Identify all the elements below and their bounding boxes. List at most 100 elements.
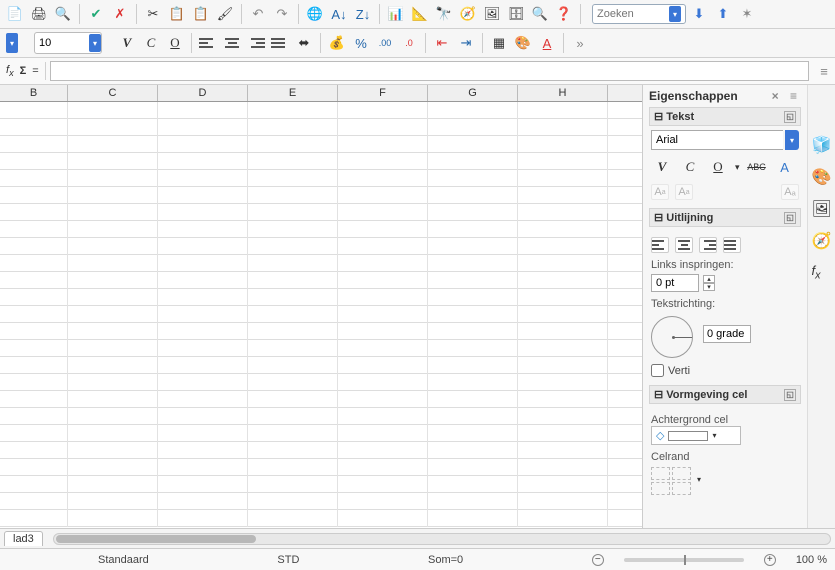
cell[interactable] xyxy=(338,306,428,323)
cell[interactable] xyxy=(248,323,338,340)
cell[interactable] xyxy=(248,476,338,493)
cell[interactable] xyxy=(0,442,68,459)
cell[interactable] xyxy=(518,493,608,510)
col-header[interactable]: F xyxy=(338,85,428,101)
fontsize-box[interactable]: ▾ xyxy=(34,32,102,54)
cell[interactable] xyxy=(0,408,68,425)
align-justify-icon[interactable] xyxy=(723,237,741,253)
decrease-indent-icon[interactable]: ⇤ xyxy=(431,32,453,54)
panel-align-header[interactable]: ⊟ Uitlijning ◱ xyxy=(649,208,801,227)
cell[interactable] xyxy=(158,153,248,170)
cell[interactable] xyxy=(338,357,428,374)
cell[interactable] xyxy=(518,136,608,153)
cell[interactable] xyxy=(428,374,518,391)
align-left-icon[interactable] xyxy=(197,32,219,54)
cell[interactable] xyxy=(428,102,518,119)
remove-decimal-icon[interactable]: .0 xyxy=(398,32,420,54)
cell[interactable] xyxy=(68,425,158,442)
cell[interactable] xyxy=(158,374,248,391)
cell[interactable] xyxy=(248,102,338,119)
cell[interactable] xyxy=(338,272,428,289)
cell[interactable] xyxy=(68,170,158,187)
cell[interactable] xyxy=(68,408,158,425)
cell[interactable] xyxy=(428,476,518,493)
find-icon[interactable]: 🔭 xyxy=(433,3,455,25)
cell[interactable] xyxy=(0,425,68,442)
currency-icon[interactable]: 💰 xyxy=(326,32,348,54)
undo-icon[interactable]: ↶ xyxy=(247,3,269,25)
cell[interactable] xyxy=(428,136,518,153)
formula-input[interactable] xyxy=(50,61,809,81)
cell[interactable] xyxy=(518,119,608,136)
grid-rows[interactable] xyxy=(0,102,642,527)
cell[interactable] xyxy=(518,170,608,187)
navigator-icon[interactable]: 🧭 xyxy=(457,3,479,25)
cell[interactable] xyxy=(0,272,68,289)
cell[interactable] xyxy=(518,323,608,340)
cell[interactable] xyxy=(158,476,248,493)
find-all-icon[interactable]: ✶ xyxy=(736,3,758,25)
font-select[interactable]: ▾ xyxy=(651,130,799,150)
cell[interactable] xyxy=(428,323,518,340)
cell[interactable] xyxy=(248,153,338,170)
cell[interactable] xyxy=(68,391,158,408)
find-prev-icon[interactable]: ⬆ xyxy=(712,3,734,25)
cell[interactable] xyxy=(158,323,248,340)
fontcolor-icon[interactable]: A xyxy=(536,32,558,54)
cell[interactable] xyxy=(68,153,158,170)
cell[interactable] xyxy=(518,476,608,493)
bgcolor-picker[interactable]: ◇ ▾ xyxy=(651,426,741,445)
cell[interactable] xyxy=(338,391,428,408)
cell[interactable] xyxy=(68,442,158,459)
cell[interactable] xyxy=(0,391,68,408)
gallery-rail-icon[interactable]: 🖼 xyxy=(812,199,832,219)
cell[interactable] xyxy=(158,408,248,425)
cell[interactable] xyxy=(518,442,608,459)
cell[interactable] xyxy=(158,221,248,238)
cell[interactable] xyxy=(158,289,248,306)
bgcolor-icon[interactable]: 🎨 xyxy=(512,32,534,54)
cell[interactable] xyxy=(0,153,68,170)
cell[interactable] xyxy=(248,238,338,255)
cell[interactable] xyxy=(158,306,248,323)
cell[interactable] xyxy=(518,102,608,119)
cell[interactable] xyxy=(428,255,518,272)
border-picker[interactable] xyxy=(651,467,691,495)
cell[interactable] xyxy=(68,493,158,510)
clone-format-icon[interactable]: 🖌 xyxy=(214,3,236,25)
spellcheck-icon[interactable]: ✔ xyxy=(85,3,107,25)
cell[interactable] xyxy=(248,442,338,459)
cell[interactable] xyxy=(248,204,338,221)
cell[interactable] xyxy=(428,289,518,306)
cell[interactable] xyxy=(0,323,68,340)
cell[interactable] xyxy=(428,510,518,527)
horizontal-scrollbar[interactable] xyxy=(53,533,831,545)
cell[interactable] xyxy=(158,442,248,459)
cell[interactable] xyxy=(248,289,338,306)
cell[interactable] xyxy=(338,289,428,306)
fontsize-dropdown-icon[interactable]: ▾ xyxy=(89,34,101,52)
cell[interactable] xyxy=(518,510,608,527)
cell[interactable] xyxy=(248,374,338,391)
col-header[interactable]: D xyxy=(158,85,248,101)
cell[interactable] xyxy=(338,221,428,238)
add-decimal-icon[interactable]: .00 xyxy=(374,32,396,54)
bold-icon[interactable]: V xyxy=(116,32,138,54)
cell[interactable] xyxy=(518,408,608,425)
cell[interactable] xyxy=(0,136,68,153)
cell[interactable] xyxy=(338,408,428,425)
cell[interactable] xyxy=(248,425,338,442)
status-mode[interactable]: STD xyxy=(277,554,299,566)
cell[interactable] xyxy=(248,119,338,136)
cell[interactable] xyxy=(68,255,158,272)
sidebar-menu-icon[interactable]: ≡ xyxy=(786,89,801,103)
cell[interactable] xyxy=(338,187,428,204)
cell[interactable] xyxy=(68,510,158,527)
sum-icon[interactable]: Σ xyxy=(20,65,27,77)
cell[interactable] xyxy=(68,272,158,289)
fontname-dropdown-icon[interactable]: ▾ xyxy=(6,33,18,53)
cell[interactable] xyxy=(0,459,68,476)
styles-rail-icon[interactable]: 🎨 xyxy=(812,167,832,187)
cell[interactable] xyxy=(248,408,338,425)
gallery-icon[interactable]: 🖼 xyxy=(481,3,503,25)
